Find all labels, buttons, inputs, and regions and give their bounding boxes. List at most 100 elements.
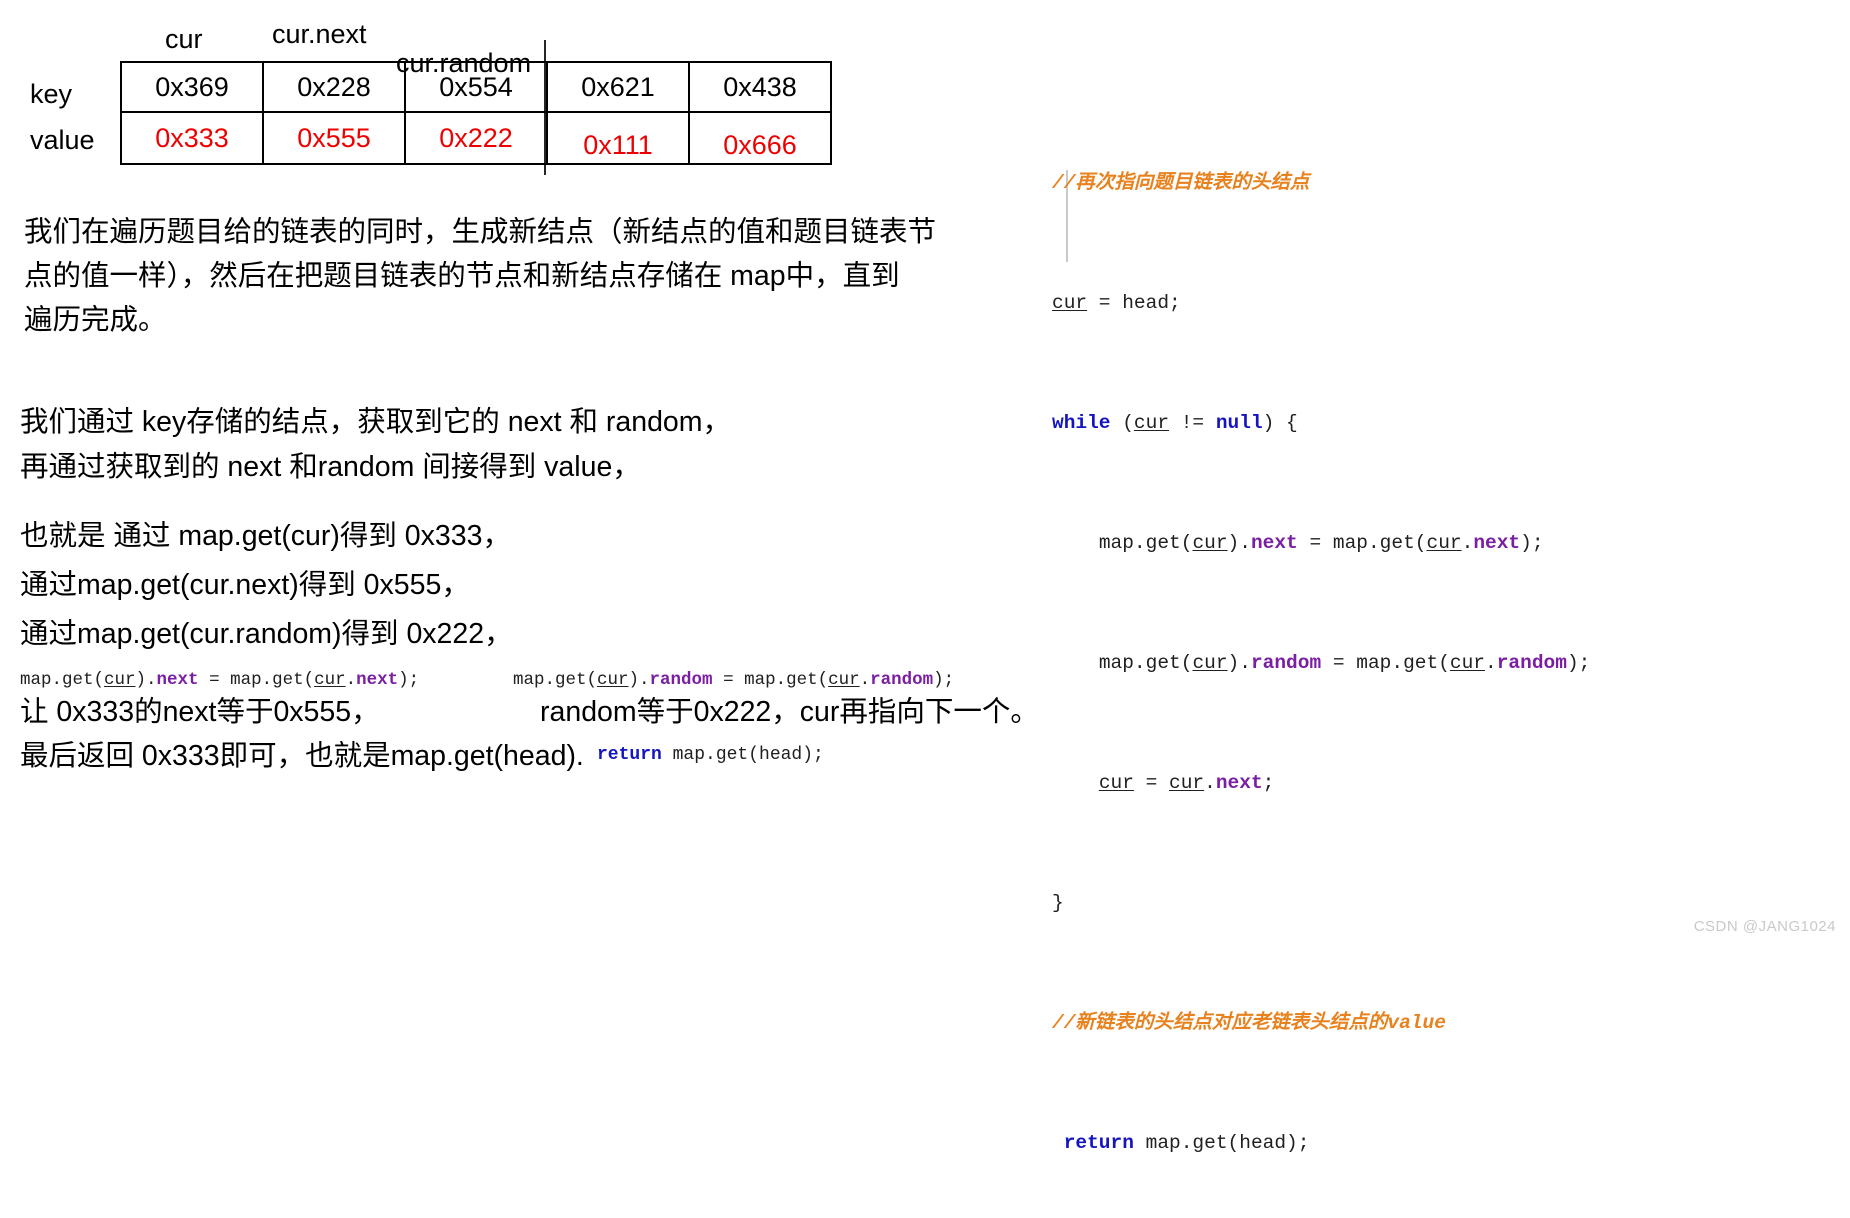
code-token: ); — [1520, 532, 1544, 554]
code-token: ; — [1262, 772, 1275, 794]
code-token: = head; — [1087, 292, 1181, 314]
code-token-var: cur — [314, 670, 346, 690]
code-token-prop: next — [1473, 532, 1521, 554]
code-token-keyword: while — [1052, 412, 1111, 434]
paragraph-line: 我们在遍历题目给的链表的同时，生成新结点（新结点的值和题目链表节 — [24, 216, 937, 248]
code-token: ); — [933, 670, 955, 690]
code-token: ); — [1566, 652, 1591, 674]
table-cell-key: 0x369 — [120, 61, 264, 113]
inline-code-next-assignment: map.get(cur).next = map.get(cur.next); — [20, 670, 420, 690]
code-token-prop: random — [1496, 652, 1567, 674]
code-token-var: cur — [104, 670, 136, 690]
code-token-prop: random — [1250, 652, 1322, 674]
inline-code-random-assignment: map.get(cur).random = map.get(cur.random… — [513, 670, 955, 690]
map-table-diagram: cur cur.next cur.random key value 0x369 … — [0, 0, 1000, 200]
paragraph-line: 通过map.get(cur.next)得到 0x555， — [20, 569, 470, 601]
code-token-prop: next — [156, 670, 199, 690]
table-cell-key: 0x554 — [404, 61, 548, 113]
code-token-keyword: null — [1215, 412, 1263, 434]
inline-code-return-statement: return map.get(head); — [597, 746, 824, 764]
table-cell-value: 0x111 — [546, 111, 690, 165]
table-cell-value: 0x333 — [120, 111, 264, 165]
code-token: = map.get( — [1297, 532, 1427, 554]
paragraph-line: 遍历完成。 — [24, 304, 167, 336]
code-token-comment: //新链表的头结点对应老链表头结点的value — [1052, 1012, 1446, 1034]
code-line-comment-2: //新链表的头结点对应老链表头结点的value — [1052, 1008, 1850, 1038]
table-cell-key: 0x438 — [688, 61, 832, 113]
code-token: map.get( — [513, 670, 598, 690]
code-token-var: cur — [1192, 652, 1228, 674]
code-token: ). — [628, 670, 650, 690]
code-token: . — [345, 670, 357, 690]
code-token-var: cur — [1052, 292, 1088, 314]
code-token: . — [1485, 652, 1497, 674]
table-cell-value: 0x222 — [404, 111, 548, 165]
code-token-var: cur — [1098, 772, 1134, 794]
code-token: ). — [1227, 652, 1251, 674]
code-token: ) { — [1262, 412, 1298, 434]
code-token: = map.get( — [712, 670, 829, 690]
code-token: ( — [1110, 412, 1134, 434]
code-token-var: cur — [597, 670, 629, 690]
table-cell-value: 0x555 — [262, 111, 406, 165]
code-token-var: cur — [1169, 772, 1205, 794]
code-token-keyword: return — [597, 745, 662, 765]
code-token: . — [1461, 532, 1474, 554]
code-line-comment-1: //再次指向题目链表的头结点 — [1052, 168, 1850, 198]
csdn-watermark: CSDN @JANG1024 — [1693, 918, 1836, 935]
code-token: = map.get( — [198, 670, 315, 690]
paragraph-line: 也就是 通过 map.get(cur)得到 0x333， — [20, 520, 511, 552]
code-token: map.get( — [1098, 532, 1193, 554]
table-row-values: 0x333 0x555 0x222 0x111 0x666 — [120, 111, 832, 165]
code-token-var: cur — [1133, 412, 1170, 434]
code-line-return: return map.get(head); — [1052, 1128, 1850, 1158]
code-token-var: cur — [1449, 652, 1486, 674]
code-token: != — [1169, 412, 1216, 434]
table-row-keys: 0x369 0x228 0x554 0x621 0x438 — [120, 61, 832, 113]
row-header-value: value — [30, 125, 95, 155]
code-token: map.get(head); — [1133, 1132, 1310, 1154]
code-token: ). — [1227, 532, 1251, 554]
code-token: map.get( — [1098, 652, 1193, 674]
table-cell-key: 0x621 — [546, 61, 690, 113]
paragraph-line: 通过map.get(cur.random)得到 0x222， — [20, 618, 513, 650]
paragraph-line: 我们通过 key存储的结点，获取到它的 next 和 random， — [20, 406, 732, 438]
row-header-key: key — [30, 79, 73, 109]
code-token-var: cur — [1426, 532, 1462, 554]
code-token: = map.get( — [1321, 652, 1450, 674]
code-line-while: while (cur != null) { — [1052, 408, 1850, 438]
code-token: = — [1133, 772, 1170, 794]
paragraph-line: 再通过获取到的 next 和random 间接得到 value， — [20, 451, 641, 483]
code-token-prop: random — [870, 670, 934, 690]
pointer-label-cur-next: cur.next — [272, 19, 367, 49]
code-token: . — [859, 670, 871, 690]
code-token-var: cur — [828, 670, 860, 690]
code-line-map-next: map.get(cur).next = map.get(cur.next); — [1052, 528, 1850, 558]
map-table: 0x369 0x228 0x554 0x621 0x438 0x333 0x55… — [120, 61, 832, 165]
code-token: } — [1052, 892, 1064, 914]
code-token-var: cur — [1192, 532, 1228, 554]
code-line-map-random: map.get(cur).random = map.get(cur.random… — [1052, 648, 1850, 678]
table-cell-value: 0x666 — [688, 111, 832, 165]
code-token-prop: random — [649, 670, 713, 690]
code-token-keyword: return — [1052, 1132, 1134, 1154]
paragraph-explanation-3: 也就是 通过 map.get(cur)得到 0x333， 通过map.get(c… — [20, 512, 920, 659]
code-token-prop: next — [356, 670, 399, 690]
code-line-advance: cur = cur.next; — [1052, 768, 1850, 798]
pointer-label-cur: cur — [165, 24, 203, 54]
bottom-explanation-line-3: 最后返回 0x333即可，也就是map.get(head). — [20, 740, 584, 772]
code-token: . — [1204, 772, 1216, 794]
table-cell-key: 0x228 — [262, 61, 406, 113]
code-token: map.get( — [20, 670, 105, 690]
paragraph-line: 点的值一样），然后在把题目链表的节点和新结点存储在 map中，直到 — [24, 260, 900, 292]
bottom-explanation-line-2: random等于0x222，cur再指向下一个。 — [540, 696, 1039, 728]
bottom-explanation-line-1: 让 0x333的next等于0x555， — [20, 696, 380, 728]
code-token: ). — [135, 670, 157, 690]
pointer-leader-line — [544, 40, 546, 175]
code-token: ); — [398, 670, 420, 690]
code-token-prop: next — [1215, 772, 1263, 794]
code-listing: //再次指向题目链表的头结点 cur = head; while (cur !=… — [1052, 78, 1850, 1218]
